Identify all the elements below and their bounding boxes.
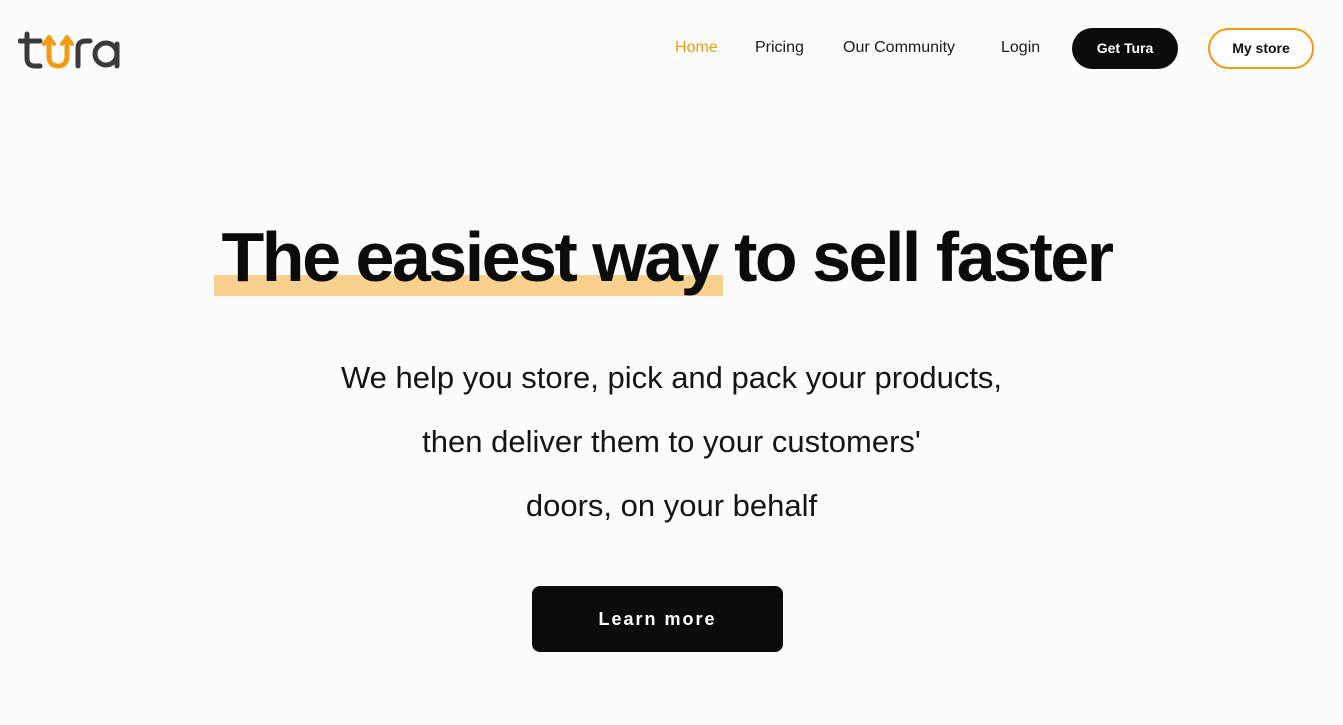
hero-title: The easiest way to sell faster [213,214,1114,300]
hero-subtitle: We help you store, pick and pack your pr… [0,346,1343,538]
page: Home Pricing Our Community Login Get Tur… [0,0,1343,725]
get-tura-button[interactable]: Get Tura [1072,28,1178,69]
nav-home[interactable]: Home [675,28,718,68]
learn-more-button[interactable]: Learn more [532,586,783,652]
hero-title-rest: to sell faster [717,218,1114,296]
subtitle-line-3: doors, on your behalf [525,488,818,523]
nav-our-community[interactable]: Our Community [843,28,955,68]
hero-title-highlight: The easiest way [213,214,724,300]
hero-title-container: The easiest way to sell faster [0,214,1343,300]
top-navigation: Home Pricing Our Community Login Get Tur… [0,28,1343,70]
subtitle-line-2: then deliver them to your customers' [422,424,921,459]
nav-login[interactable]: Login [1001,28,1040,68]
hero-title-highlight-text: The easiest way [221,218,720,296]
my-store-button[interactable]: My store [1208,28,1314,69]
nav-pricing[interactable]: Pricing [755,28,804,68]
subtitle-line-1: We help you store, pick and pack your pr… [340,360,1003,395]
